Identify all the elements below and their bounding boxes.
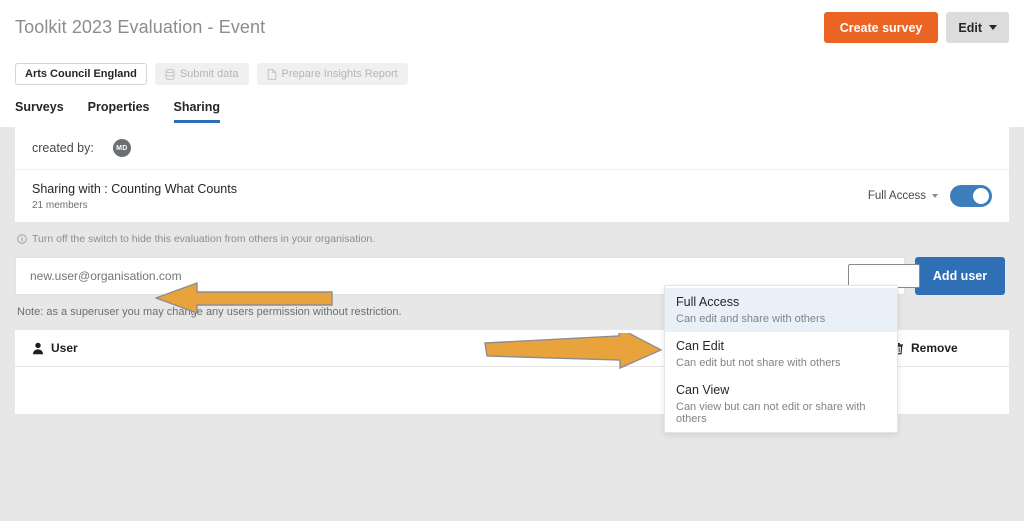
segment-label: Prepare Insights Report	[282, 68, 398, 80]
dropdown-option-can-view[interactable]: Can View Can view but can not edit or sh…	[665, 376, 897, 432]
create-survey-button[interactable]: Create survey	[824, 12, 939, 43]
page-header: Toolkit 2023 Evaluation - Event Create s…	[0, 0, 1024, 127]
access-control-group: Full Access	[868, 185, 992, 207]
tab-properties[interactable]: Properties	[88, 100, 150, 123]
dropdown-option-description: Can edit but not share with others	[676, 357, 887, 369]
segmented-button-group: Arts Council England Submit data Prepare…	[15, 63, 408, 85]
hint-row: Turn off the switch to hide this evaluat…	[15, 222, 1009, 245]
segment-label: Submit data	[180, 68, 239, 80]
arrow-pointing-to-email-input	[155, 282, 333, 314]
sharing-card: created by: MD Sharing with : Counting W…	[15, 127, 1009, 222]
toggle-knob	[973, 188, 989, 204]
sharing-toggle[interactable]	[950, 185, 992, 207]
edit-button[interactable]: Edit	[946, 12, 1009, 43]
dropdown-option-description: Can view but can not edit or share with …	[676, 401, 887, 425]
access-level-label[interactable]: Full Access	[868, 190, 926, 202]
info-icon	[17, 234, 27, 244]
chevron-down-icon	[989, 25, 997, 30]
segment-arts-council-england[interactable]: Arts Council England	[15, 63, 147, 85]
column-header-label: Remove	[911, 341, 958, 355]
column-header-remove: Remove	[892, 341, 992, 355]
sharing-with-info: Sharing with : Counting What Counts 21 m…	[32, 182, 237, 211]
permission-dropdown-menu[interactable]: Full Access Can edit and share with othe…	[664, 285, 898, 433]
dropdown-option-can-edit[interactable]: Can Edit Can edit but not share with oth…	[665, 332, 897, 376]
header-actions: Create survey Edit	[824, 12, 1009, 43]
segment-submit-data[interactable]: Submit data	[155, 63, 249, 85]
chevron-down-icon[interactable]	[932, 194, 938, 198]
add-user-button[interactable]: Add user	[915, 257, 1005, 295]
document-icon	[267, 69, 277, 80]
dropdown-option-title: Full Access	[676, 295, 887, 309]
created-by-row: created by: MD	[15, 127, 1009, 170]
sharing-with-label: Sharing with : Counting What Counts	[32, 182, 237, 196]
dropdown-option-title: Can View	[676, 383, 887, 397]
tab-sharing[interactable]: Sharing	[174, 100, 221, 123]
database-icon	[165, 69, 175, 80]
dropdown-option-full-access[interactable]: Full Access Can edit and share with othe…	[665, 288, 897, 332]
dropdown-option-description: Can edit and share with others	[676, 313, 887, 325]
edit-button-label: Edit	[958, 21, 982, 35]
avatar[interactable]: MD	[113, 139, 131, 157]
dropdown-option-title: Can Edit	[676, 339, 887, 353]
hint-text: Turn off the switch to hide this evaluat…	[32, 233, 375, 245]
members-count: 21 members	[32, 200, 237, 211]
tab-bar: Surveys Properties Sharing	[15, 100, 220, 123]
column-header-label: User	[51, 341, 78, 355]
arrow-pointing-to-permission-dropdown	[483, 333, 663, 375]
app-root: Toolkit 2023 Evaluation - Event Create s…	[0, 0, 1024, 521]
column-header-user: User	[32, 341, 502, 355]
page-title: Toolkit 2023 Evaluation - Event	[15, 17, 265, 38]
sharing-with-row: Sharing with : Counting What Counts 21 m…	[15, 170, 1009, 222]
person-icon	[32, 342, 44, 355]
segment-label: Arts Council England	[25, 68, 137, 80]
tab-surveys[interactable]: Surveys	[15, 100, 64, 123]
segment-prepare-insights-report[interactable]: Prepare Insights Report	[257, 63, 408, 85]
created-by-label: created by:	[32, 141, 94, 155]
